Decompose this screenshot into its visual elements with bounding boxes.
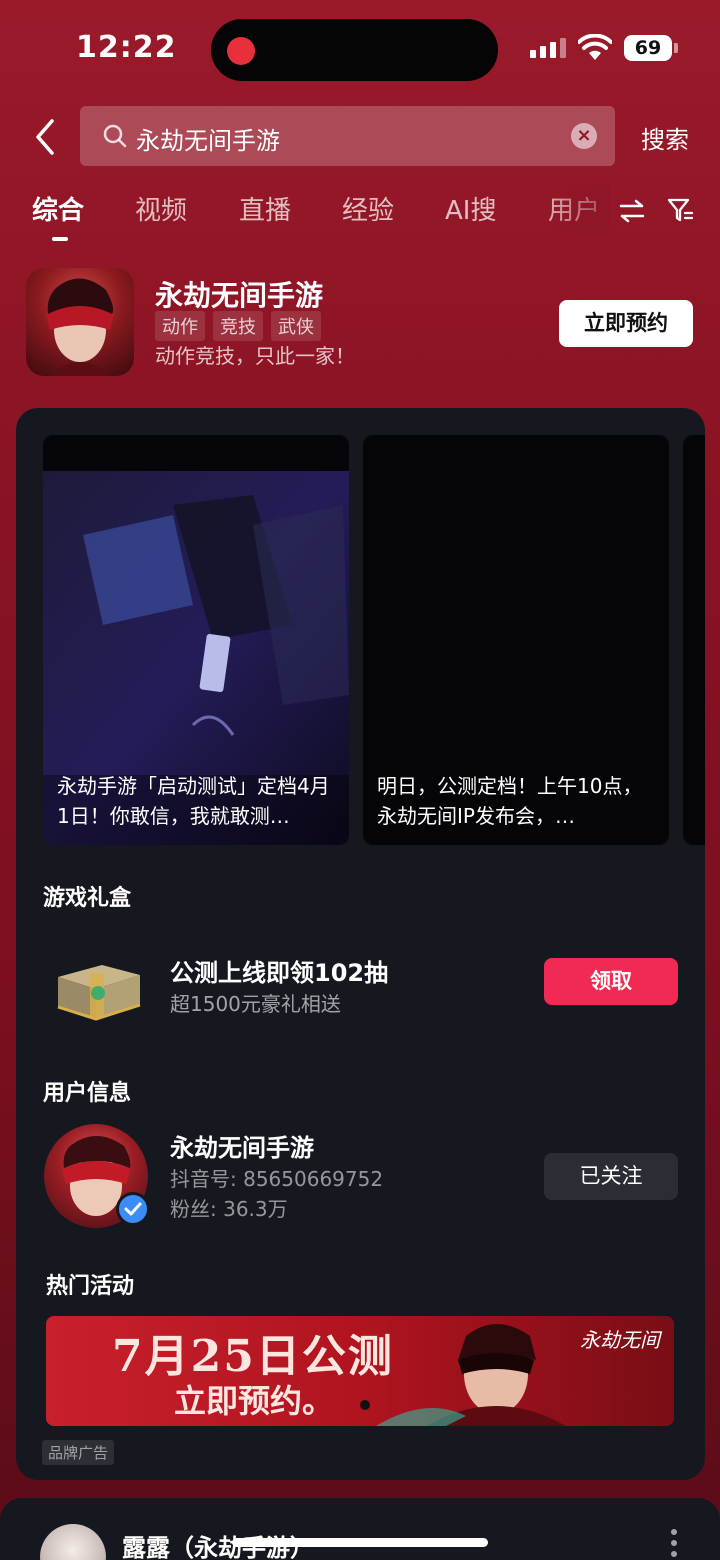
swap-icon[interactable] bbox=[618, 198, 646, 224]
game-tag: 武侠 bbox=[271, 311, 321, 341]
user-douyin-id: 抖音号: 85650669752 bbox=[170, 1167, 384, 1191]
video-card[interactable]: 明日，公测定档！上午10点，永劫无间IP发布会，… bbox=[363, 435, 669, 845]
search-input[interactable]: 永劫无间手游 × bbox=[80, 106, 615, 166]
gift-subtitle: 超1500元豪礼相送 bbox=[170, 992, 341, 1016]
tabs-fade bbox=[540, 185, 610, 235]
banner-headline: 7月25日公测 bbox=[112, 1331, 394, 1382]
search-icon bbox=[103, 124, 127, 148]
status-time: 12:22 bbox=[76, 30, 177, 65]
search-query-text: 永劫无间手游 bbox=[136, 127, 280, 155]
gift-title: 公测上线即领102抽 bbox=[170, 959, 389, 987]
game-app-icon[interactable] bbox=[26, 268, 134, 376]
recording-indicator-icon bbox=[227, 37, 255, 65]
video-caption: 永劫手游「启动测试」定档4月1日！你敢信，我就敢测… bbox=[57, 774, 330, 828]
back-arrow-icon[interactable] bbox=[30, 117, 60, 157]
banner-logo: 永劫无间 bbox=[580, 1328, 660, 1352]
activity-banner[interactable]: 7月25日公测 立即预约。 永劫无间 bbox=[46, 1316, 674, 1426]
video-caption: 明日，公测定档！上午10点，永劫无间IP发布会，… bbox=[377, 774, 643, 828]
battery-tip bbox=[674, 43, 678, 53]
followed-button[interactable]: 已关注 bbox=[544, 1153, 678, 1200]
tab-experience[interactable]: 经验 bbox=[342, 190, 394, 227]
user-name[interactable]: 永劫无间手游 bbox=[170, 1128, 314, 1163]
game-slogan: 动作竞技，只此一家！ bbox=[155, 344, 355, 368]
game-title[interactable]: 永劫无间手游 bbox=[155, 274, 323, 314]
game-tag: 竞技 bbox=[213, 311, 263, 341]
tab-video[interactable]: 视频 bbox=[135, 190, 187, 227]
next-result-card[interactable]: 露露（永劫手游） bbox=[0, 1498, 720, 1560]
avatar[interactable] bbox=[40, 1524, 106, 1560]
carousel-dot bbox=[360, 1400, 370, 1410]
clear-icon[interactable]: × bbox=[571, 123, 597, 149]
home-indicator[interactable] bbox=[232, 1538, 488, 1547]
game-tags: 动作 竞技 武侠 bbox=[155, 311, 321, 341]
activity-section-title: 热门活动 bbox=[46, 1274, 135, 1299]
cellular-signal-icon bbox=[530, 38, 566, 58]
game-tag: 动作 bbox=[155, 311, 205, 341]
verified-badge-icon bbox=[116, 1192, 150, 1226]
active-tab-indicator bbox=[52, 237, 68, 241]
reserve-button[interactable]: 立即预约 bbox=[559, 300, 693, 347]
wifi-icon bbox=[578, 34, 612, 60]
gift-section-title: 游戏礼盒 bbox=[43, 886, 132, 911]
tab-live[interactable]: 直播 bbox=[239, 190, 291, 227]
status-bar: 12:22 69 bbox=[0, 0, 720, 100]
game-detail-card: 永劫手游「启动测试」定档4月1日！你敢信，我就敢测… 明日，公测定档！上午10点… bbox=[16, 408, 705, 1480]
claim-button[interactable]: 领取 bbox=[544, 958, 678, 1005]
banner-subline: 立即预约。 bbox=[174, 1382, 335, 1420]
filter-icon[interactable] bbox=[666, 196, 694, 224]
search-button[interactable]: 搜索 bbox=[641, 120, 689, 155]
video-card[interactable] bbox=[683, 435, 705, 845]
tab-all[interactable]: 综合 bbox=[32, 190, 84, 227]
video-carousel: 永劫手游「启动测试」定档4月1日！你敢信，我就敢测… 明日，公测定档！上午10点… bbox=[43, 435, 705, 845]
gift-box-image bbox=[57, 965, 141, 1021]
video-card[interactable]: 永劫手游「启动测试」定档4月1日！你敢信，我就敢测… bbox=[43, 435, 349, 845]
more-icon[interactable] bbox=[670, 1528, 678, 1558]
tab-ai-search[interactable]: AI搜 bbox=[445, 190, 496, 227]
battery-icon: 69 bbox=[624, 35, 672, 61]
user-section-title: 用户信息 bbox=[43, 1081, 132, 1106]
ad-label: 品牌广告 bbox=[42, 1440, 115, 1465]
user-fans-count: 粉丝: 36.3万 bbox=[170, 1197, 288, 1221]
